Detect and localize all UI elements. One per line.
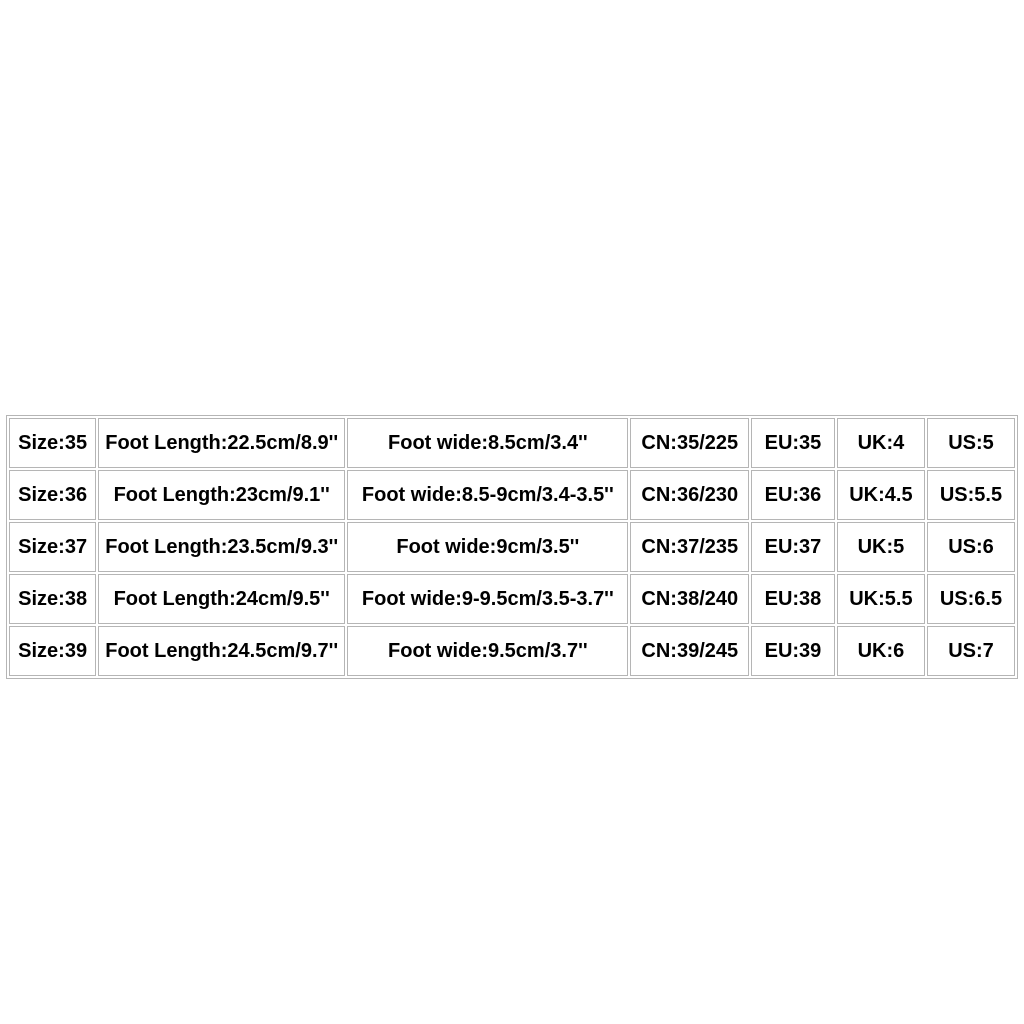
table-row: Size:36 Foot Length:23cm/9.1'' Foot wide… xyxy=(9,470,1015,520)
cell-eu: EU:38 xyxy=(751,574,835,624)
cell-foot-length: Foot Length:23.5cm/9.3'' xyxy=(98,522,345,572)
cell-us: US:7 xyxy=(927,626,1015,676)
cell-size: Size:38 xyxy=(9,574,96,624)
table-row: Size:35 Foot Length:22.5cm/8.9'' Foot wi… xyxy=(9,418,1015,468)
cell-uk: UK:5 xyxy=(837,522,925,572)
cell-eu: EU:39 xyxy=(751,626,835,676)
cell-uk: UK:6 xyxy=(837,626,925,676)
cell-cn: CN:38/240 xyxy=(630,574,749,624)
cell-foot-wide: Foot wide:9-9.5cm/3.5-3.7'' xyxy=(347,574,628,624)
cell-eu: EU:37 xyxy=(751,522,835,572)
cell-cn: CN:36/230 xyxy=(630,470,749,520)
cell-uk: UK:4.5 xyxy=(837,470,925,520)
size-chart: Size:35 Foot Length:22.5cm/8.9'' Foot wi… xyxy=(6,415,1018,679)
cell-foot-length: Foot Length:24.5cm/9.7'' xyxy=(98,626,345,676)
cell-uk: UK:5.5 xyxy=(837,574,925,624)
cell-size: Size:35 xyxy=(9,418,96,468)
table-row: Size:38 Foot Length:24cm/9.5'' Foot wide… xyxy=(9,574,1015,624)
cell-foot-wide: Foot wide:8.5-9cm/3.4-3.5'' xyxy=(347,470,628,520)
cell-foot-length: Foot Length:23cm/9.1'' xyxy=(98,470,345,520)
cell-us: US:6.5 xyxy=(927,574,1015,624)
cell-eu: EU:36 xyxy=(751,470,835,520)
cell-us: US:5 xyxy=(927,418,1015,468)
cell-foot-wide: Foot wide:8.5cm/3.4'' xyxy=(347,418,628,468)
cell-us: US:5.5 xyxy=(927,470,1015,520)
cell-foot-wide: Foot wide:9.5cm/3.7'' xyxy=(347,626,628,676)
cell-eu: EU:35 xyxy=(751,418,835,468)
cell-uk: UK:4 xyxy=(837,418,925,468)
table-row: Size:39 Foot Length:24.5cm/9.7'' Foot wi… xyxy=(9,626,1015,676)
cell-cn: CN:39/245 xyxy=(630,626,749,676)
cell-foot-length: Foot Length:24cm/9.5'' xyxy=(98,574,345,624)
cell-size: Size:37 xyxy=(9,522,96,572)
cell-size: Size:39 xyxy=(9,626,96,676)
cell-cn: CN:37/235 xyxy=(630,522,749,572)
cell-cn: CN:35/225 xyxy=(630,418,749,468)
size-table: Size:35 Foot Length:22.5cm/8.9'' Foot wi… xyxy=(6,415,1018,679)
cell-us: US:6 xyxy=(927,522,1015,572)
cell-foot-wide: Foot wide:9cm/3.5'' xyxy=(347,522,628,572)
cell-foot-length: Foot Length:22.5cm/8.9'' xyxy=(98,418,345,468)
table-row: Size:37 Foot Length:23.5cm/9.3'' Foot wi… xyxy=(9,522,1015,572)
cell-size: Size:36 xyxy=(9,470,96,520)
